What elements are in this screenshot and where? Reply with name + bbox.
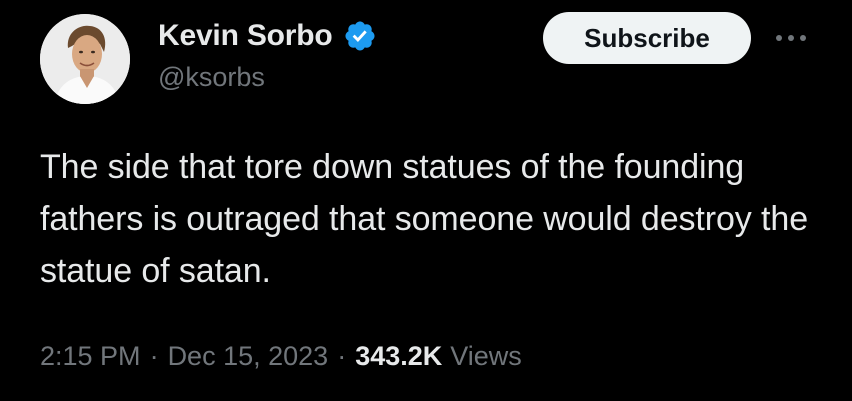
- author-handle[interactable]: @ksorbs: [158, 62, 265, 93]
- views-label[interactable]: Views: [450, 341, 522, 372]
- avatar-image: [40, 14, 130, 104]
- meta-separator: ·: [149, 340, 159, 371]
- views-count[interactable]: 343.2K: [355, 341, 442, 372]
- tweet-card: Kevin Sorbo @ksorbs Subscribe The side t…: [0, 0, 852, 401]
- tweet-text: The side that tore down statues of the f…: [40, 148, 809, 290]
- verified-badge-icon[interactable]: [343, 19, 377, 53]
- subscribe-button[interactable]: Subscribe: [543, 12, 751, 64]
- tweet-metadata: 2:15 PM · Dec 15, 2023 · 343.2K Views: [40, 336, 522, 376]
- author-display-name[interactable]: Kevin Sorbo: [158, 19, 333, 53]
- author-name-row: Kevin Sorbo: [158, 16, 377, 56]
- more-options-button[interactable]: [771, 24, 811, 52]
- meta-separator: ·: [337, 340, 347, 371]
- tweet-time[interactable]: 2:15 PM: [40, 341, 141, 372]
- more-horizontal-icon: [776, 35, 806, 41]
- avatar[interactable]: [40, 14, 130, 104]
- tweet-date[interactable]: Dec 15, 2023: [168, 341, 329, 372]
